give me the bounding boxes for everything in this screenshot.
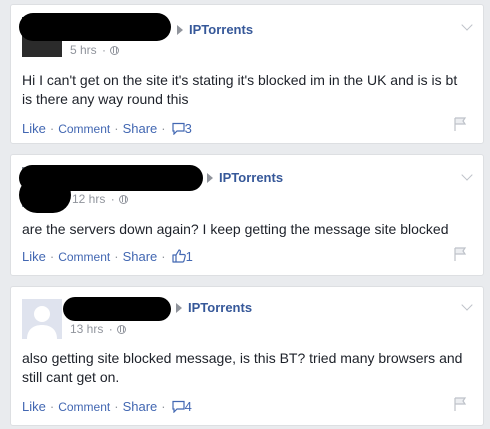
redacted-avatar: [19, 177, 71, 213]
flag-icon[interactable]: [453, 247, 467, 261]
like-count[interactable]: 1: [170, 249, 193, 264]
post-message: Hi I can't get on the site it's stating …: [22, 72, 458, 107]
post-time[interactable]: 13 hrs ·: [70, 322, 126, 336]
arrow-right-icon: [177, 25, 183, 35]
comment-icon: [172, 400, 185, 413]
count-value: 3: [184, 121, 192, 136]
redacted-author-name: [63, 297, 171, 321]
count-value: 4: [184, 399, 192, 414]
comment-button[interactable]: Comment: [58, 250, 110, 264]
like-button[interactable]: Like: [22, 399, 46, 414]
post-message: also getting site blocked message, is th…: [22, 350, 463, 385]
arrow-right-icon: [207, 173, 213, 183]
post-3: IPTorrents 13 hrs · also getting site bl…: [10, 286, 484, 426]
post-1: IPTorrents 5 hrs · Hi I can't get on the…: [10, 4, 484, 144]
thumbs-up-icon: [172, 249, 186, 263]
chevron-down-icon[interactable]: [461, 299, 473, 311]
share-button[interactable]: Share: [123, 121, 158, 136]
comment-button[interactable]: Comment: [58, 122, 110, 136]
globe-icon: [110, 46, 120, 55]
comment-count[interactable]: 4: [170, 399, 192, 414]
redacted-author-name: [19, 13, 171, 41]
comment-button[interactable]: Comment: [58, 400, 110, 414]
post-message: are the servers down again? I keep getti…: [22, 221, 449, 237]
globe-icon: [118, 195, 128, 204]
chevron-down-icon[interactable]: [461, 19, 473, 31]
timestamp[interactable]: 13 hrs: [70, 322, 103, 336]
like-button[interactable]: Like: [22, 249, 46, 264]
post-time[interactable]: 12 hrs ·: [72, 192, 128, 206]
page-link[interactable]: IPTorrents: [219, 170, 283, 185]
share-button[interactable]: Share: [123, 249, 158, 264]
page-link[interactable]: IPTorrents: [188, 300, 252, 315]
post-actions: Like · Comment · Share · 1: [22, 249, 193, 264]
count-value: 1: [185, 249, 193, 264]
arrow-right-icon: [176, 303, 182, 313]
default-avatar-icon: [22, 299, 62, 339]
timestamp[interactable]: 5 hrs: [70, 43, 97, 57]
like-button[interactable]: Like: [22, 121, 46, 136]
comment-icon: [172, 122, 185, 135]
post-actions: Like · Comment · Share · 3: [22, 121, 192, 136]
chevron-down-icon[interactable]: [461, 169, 473, 181]
page-link[interactable]: IPTorrents: [189, 22, 253, 37]
post-time[interactable]: 5 hrs ·: [70, 43, 120, 57]
avatar[interactable]: [22, 299, 62, 339]
share-button[interactable]: Share: [123, 399, 158, 414]
post-2: IPTorrents 12 hrs · are the servers down…: [10, 154, 484, 276]
globe-icon: [116, 325, 126, 334]
post-actions: Like · Comment · Share · 4: [22, 399, 192, 414]
comment-count[interactable]: 3: [170, 121, 192, 136]
flag-icon[interactable]: [453, 117, 467, 131]
flag-icon[interactable]: [453, 397, 467, 411]
timestamp[interactable]: 12 hrs: [72, 192, 105, 206]
